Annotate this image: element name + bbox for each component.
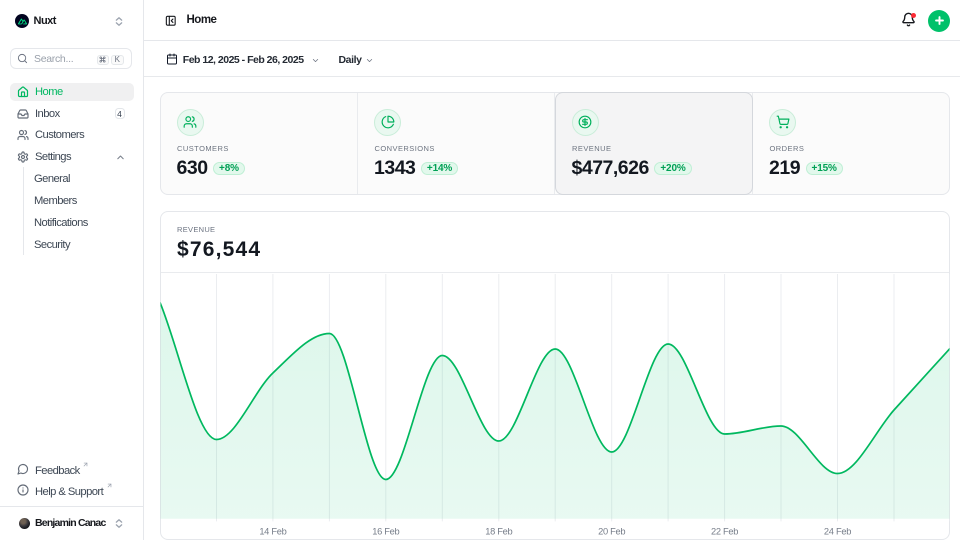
svg-text:20 Feb: 20 Feb [598,527,625,537]
svg-text:22 Feb: 22 Feb [711,527,738,537]
svg-text:14 Feb: 14 Feb [259,527,286,537]
svg-text:24 Feb: 24 Feb [824,527,851,537]
svg-text:18 Feb: 18 Feb [485,527,512,537]
svg-text:16 Feb: 16 Feb [372,527,399,537]
